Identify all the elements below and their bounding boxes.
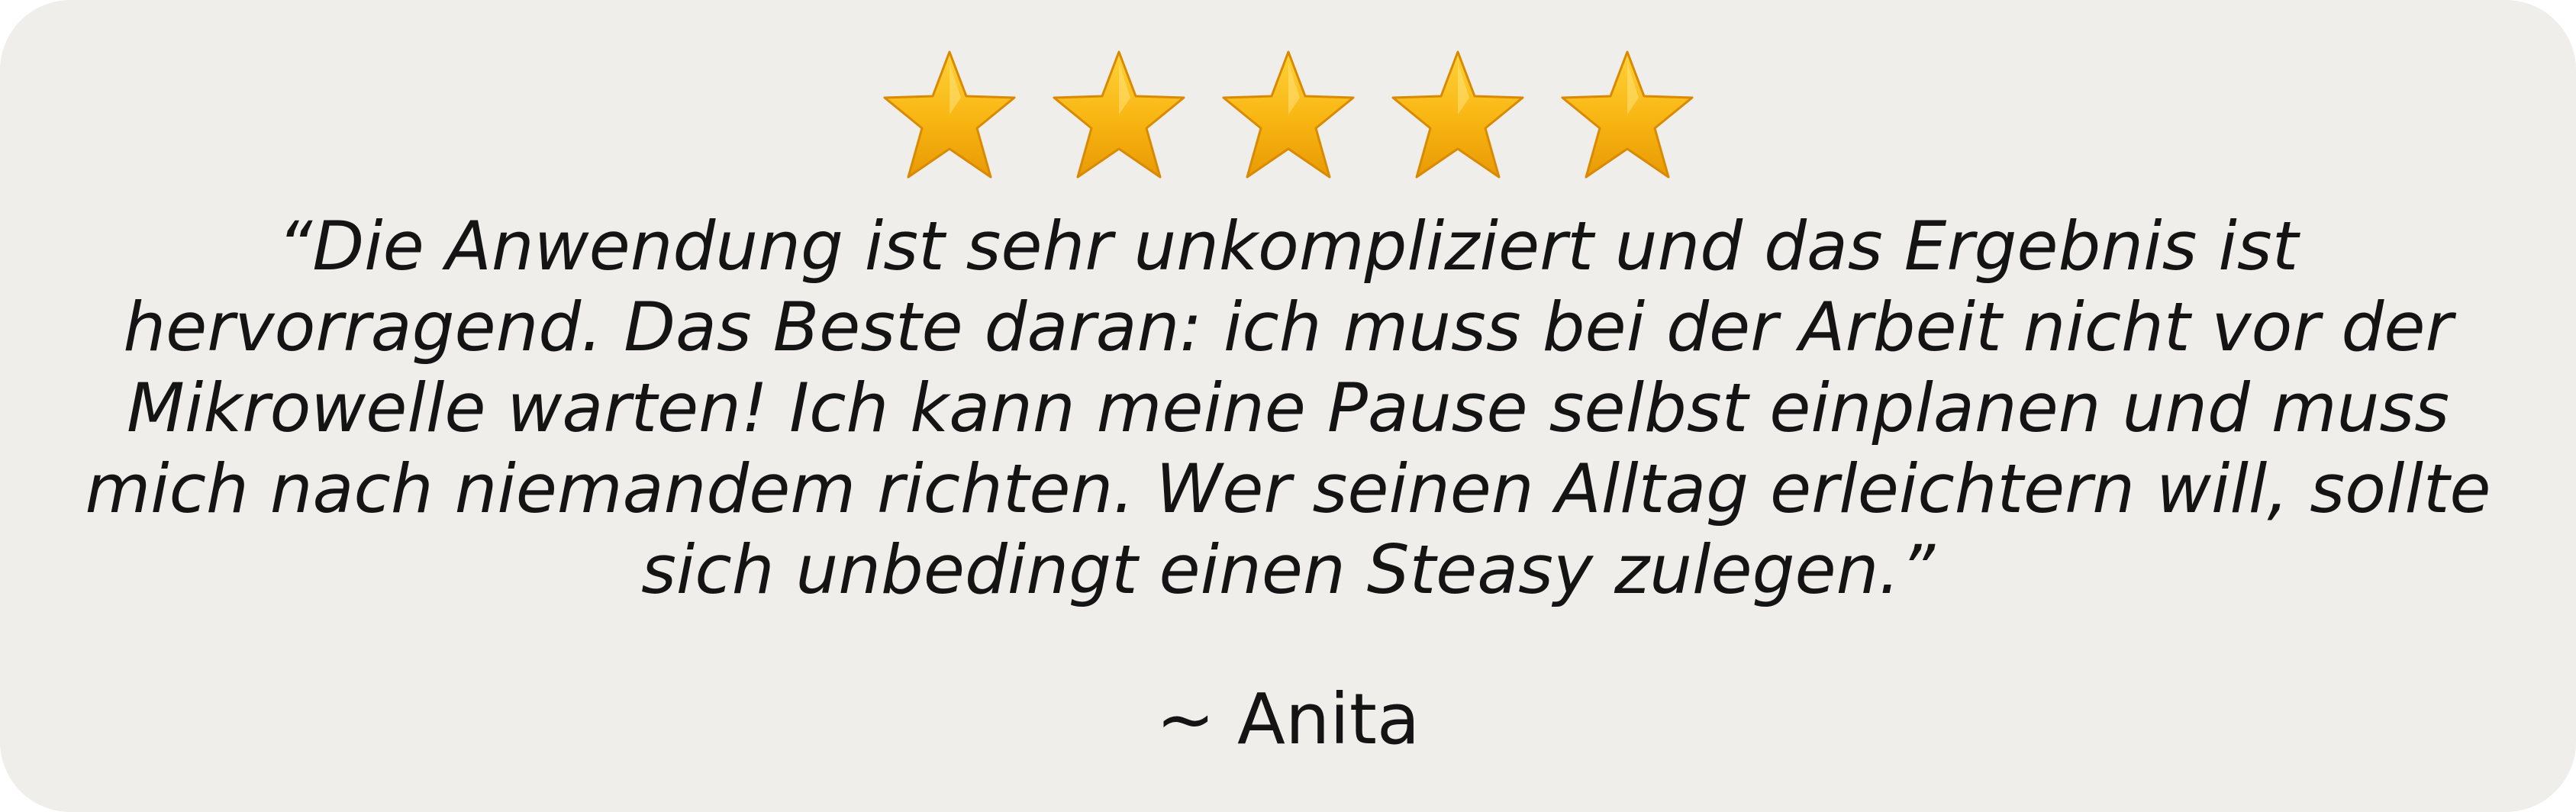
star-icon [1561,50,1693,179]
star-rating [0,47,2576,185]
star-icon [883,50,1015,179]
review-quote: “Die Anwendung ist sehr unkompliziert un… [85,207,2491,609]
testimonial-card: “Die Anwendung ist sehr unkompliziert un… [0,0,2576,812]
star-icon [1222,50,1354,179]
review-author: ~ Anita [1156,678,1420,760]
star-icon [1053,50,1185,179]
star-icon [1391,50,1523,179]
